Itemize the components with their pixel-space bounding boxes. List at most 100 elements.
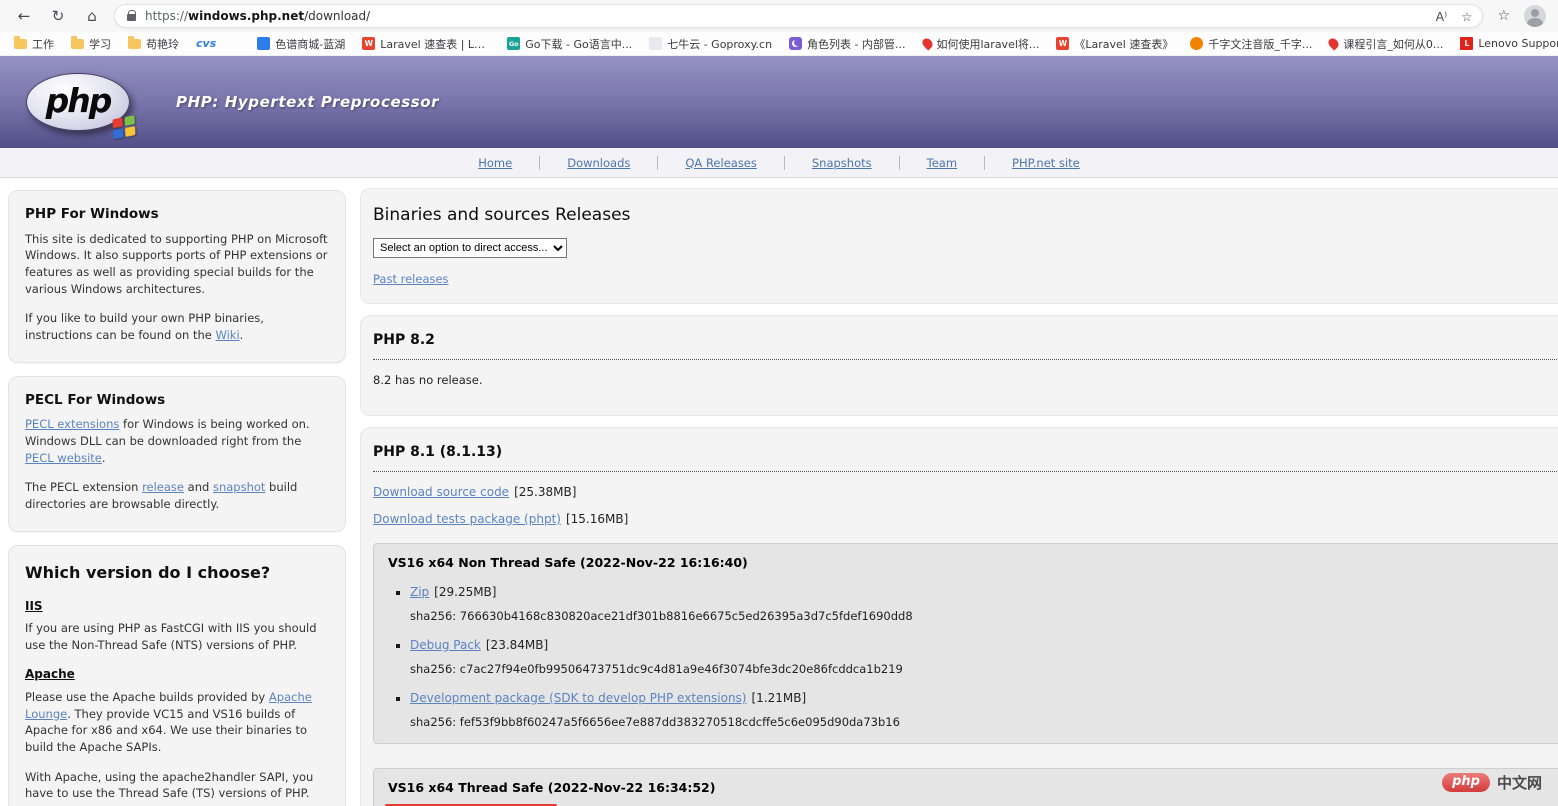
nav-qa-releases[interactable]: QA Releases xyxy=(657,156,784,170)
address-bar[interactable]: https://windows.php.net/download/ A⁾ ☆ xyxy=(114,4,1483,28)
page-body: PHP For Windows This site is dedicated t… xyxy=(0,178,1558,806)
download-item: Zip [29.25MB] xyxy=(388,585,1558,599)
file-size: [1.21MB] xyxy=(752,691,807,705)
read-aloud-icon[interactable]: A⁾ xyxy=(1436,9,1448,24)
back-icon[interactable]: ← xyxy=(12,7,36,25)
bookmark-folder[interactable]: 苟艳玲 xyxy=(128,36,179,52)
download-tests-package-link[interactable]: Download tests package (phpt) xyxy=(373,512,561,526)
vs16-nts-box: VS16 x64 Non Thread Safe (2022-Nov-22 16… xyxy=(373,543,1558,744)
folder-icon xyxy=(128,39,141,49)
nav-downloads[interactable]: Downloads xyxy=(539,156,657,170)
vs16-nts-title: VS16 x64 Non Thread Safe (2022-Nov-22 16… xyxy=(388,555,1558,570)
site-header: php PHP: Hypertext Preprocessor xyxy=(0,56,1558,148)
bookmark-item[interactable]: 七牛云 - Goproxy.cn xyxy=(649,36,772,52)
sidebar-paragraph: The PECL extension release and snapshot … xyxy=(25,479,329,512)
php81-panel: PHP 8.1 (8.1.13) Download source code [25… xyxy=(360,427,1558,806)
nav-team[interactable]: Team xyxy=(899,156,984,170)
bookmark-item[interactable]: 如何使用laravel将... xyxy=(923,36,1040,52)
download-source-code-link[interactable]: Download source code xyxy=(373,485,509,499)
sidebar-box-php-for-windows: PHP For Windows This site is dedicated t… xyxy=(8,190,346,363)
bookmark-item[interactable]: cvs xyxy=(196,37,216,50)
bookmark-item[interactable]: W《Laravel 速查表》 xyxy=(1056,36,1173,52)
moon-icon xyxy=(789,37,802,50)
main-content: Binaries and sources Releases Select an … xyxy=(360,188,1558,806)
file-size: [29.25MB] xyxy=(434,585,496,599)
nav-phpnet-site[interactable]: PHP.net site xyxy=(984,156,1107,170)
laravel-icon: W xyxy=(362,37,375,50)
release-link[interactable]: release xyxy=(142,480,184,494)
pecl-website-link[interactable]: PECL website xyxy=(25,451,102,465)
favorites-bar-icon[interactable]: ☆ xyxy=(1497,8,1510,24)
sha256-text: sha256: c7ac27f94e0fb99506473751dc9c4d81… xyxy=(410,662,1558,676)
bullet-icon xyxy=(396,644,400,648)
bookmark-item[interactable]: 色谱商城-蓝湖 xyxy=(257,36,345,52)
qiniu-icon xyxy=(649,37,662,50)
php-logo: php xyxy=(26,73,130,131)
sidebar-paragraph: If you are using PHP as FastCGI with IIS… xyxy=(25,620,329,653)
vs16-ts-box: VS16 x64 Thread Safe (2022-Nov-22 16:34:… xyxy=(373,768,1558,806)
file-size: [23.84MB] xyxy=(486,638,548,652)
home-icon[interactable]: ⌂ xyxy=(80,7,104,25)
bullet-icon xyxy=(396,697,400,701)
sidebar-heading: PECL For Windows xyxy=(25,391,329,411)
past-releases-link[interactable]: Past releases xyxy=(373,272,449,286)
url-text[interactable]: https://windows.php.net/download/ xyxy=(145,9,370,23)
sidebar-heading: Which version do I choose? xyxy=(25,561,329,584)
direct-access-select[interactable]: Select an option to direct access... xyxy=(373,238,567,258)
php-cn-watermark: php 中文网 xyxy=(1442,772,1542,793)
lanhu-icon xyxy=(257,37,270,50)
sidebar-paragraph: If you like to build your own PHP binari… xyxy=(25,310,329,343)
wiki-link[interactable]: Wiki xyxy=(215,328,239,342)
php82-note: 8.2 has no release. xyxy=(373,373,1558,387)
development-package-link[interactable]: Development package (SDK to develop PHP … xyxy=(410,691,747,705)
download-line: Download source code [25.38MB] xyxy=(373,485,1558,499)
flame-icon xyxy=(920,36,934,50)
favorite-star-icon[interactable]: ☆ xyxy=(1461,9,1472,24)
sidebar-paragraph: Please use the Apache builds provided by… xyxy=(25,689,329,756)
php82-panel: PHP 8.2 8.2 has no release. xyxy=(360,315,1558,416)
vs16-ts-title: VS16 x64 Thread Safe (2022-Nov-22 16:34:… xyxy=(388,780,1558,795)
bookmark-folder[interactable]: 学习 xyxy=(71,36,111,52)
site-nav: Home Downloads QA Releases Snapshots Tea… xyxy=(0,148,1558,178)
flame-icon xyxy=(1327,36,1341,50)
bookmark-item[interactable]: 千字文注音版_千字... xyxy=(1190,36,1312,52)
profile-avatar[interactable] xyxy=(1524,5,1546,27)
bookmark-folder[interactable]: 工作 xyxy=(14,36,54,52)
php82-title: PHP 8.2 xyxy=(373,332,1558,348)
pecl-extensions-link[interactable]: PECL extensions xyxy=(25,417,119,431)
bookmark-item[interactable]: WLaravel 速查表 | Lar... xyxy=(362,36,490,52)
cvs-logo-icon: cvs xyxy=(196,37,216,50)
bullet-icon xyxy=(396,591,400,595)
sidebar-heading: PHP For Windows xyxy=(25,205,329,225)
divider xyxy=(373,359,1558,360)
snapshot-link[interactable]: snapshot xyxy=(213,480,265,494)
windows-flag-icon xyxy=(112,115,137,141)
laravel-icon: W xyxy=(1056,37,1069,50)
refresh-icon[interactable]: ↻ xyxy=(46,7,70,25)
lenovo-icon: L xyxy=(1460,37,1473,50)
sha256-text: sha256: fef53f9bb8f60247a5f6656ee7e887dd… xyxy=(410,715,1558,729)
bookmark-item[interactable]: LLenovo Support xyxy=(1460,37,1558,50)
php81-title: PHP 8.1 (8.1.13) xyxy=(373,444,1558,460)
download-item: Development package (SDK to develop PHP … xyxy=(388,691,1558,705)
folder-icon xyxy=(14,39,27,49)
sidebar-paragraph: With Apache, using the apache2handler SA… xyxy=(25,769,329,802)
nav-home[interactable]: Home xyxy=(451,156,539,170)
file-size: [25.38MB] xyxy=(514,485,576,499)
bookmark-item[interactable]: 角色列表 - 内部管... xyxy=(789,36,905,52)
download-item: Debug Pack [23.84MB] xyxy=(388,638,1558,652)
sidebar: PHP For Windows This site is dedicated t… xyxy=(8,190,346,806)
folder-icon xyxy=(71,39,84,49)
nav-snapshots[interactable]: Snapshots xyxy=(784,156,899,170)
bookmarks-bar: 工作 学习 苟艳玲 cvs 色谱商城-蓝湖 WLaravel 速查表 | Lar… xyxy=(0,32,1558,56)
sidebar-paragraph: PECL extensions for Windows is being wor… xyxy=(25,416,329,466)
debug-pack-link[interactable]: Debug Pack xyxy=(410,638,481,652)
bookmark-item[interactable]: 课程引言_如何从0... xyxy=(1329,36,1443,52)
releases-title: Binaries and sources Releases xyxy=(373,205,1558,225)
zip-link[interactable]: Zip xyxy=(410,585,429,599)
sidebar-paragraph: This site is dedicated to supporting PHP… xyxy=(25,231,329,298)
go-icon: Go xyxy=(507,37,520,50)
bookmark-item[interactable]: GoGo下载 - Go语言中... xyxy=(507,36,632,52)
apache-subheading: Apache xyxy=(25,666,329,683)
sha256-text: sha256: 766630b4168c830820ace21df301b881… xyxy=(410,609,1558,623)
